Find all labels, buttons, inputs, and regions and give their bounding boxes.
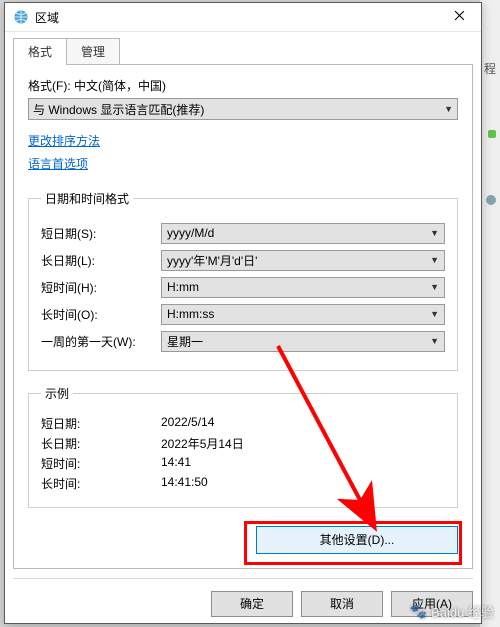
- datetime-legend: 日期和时间格式: [41, 190, 133, 207]
- example-long-date-value: 2022年5月14日: [161, 435, 445, 452]
- example-short-time-value: 14:41: [161, 455, 445, 472]
- chevron-down-icon: ▼: [430, 336, 439, 346]
- paw-icon: 🐾: [410, 603, 427, 620]
- datetime-fieldset: 日期和时间格式 短日期(S): yyyy/M/d ▼ 长日期(L): yyyy'…: [28, 190, 458, 371]
- short-time-value: H:mm: [167, 280, 199, 294]
- bg-dot-globe: [486, 195, 496, 205]
- watermark: 🐾 Baidu 经验: [410, 602, 494, 621]
- format-label: 格式(F): 中文(简体，中国): [28, 77, 458, 94]
- bg-glyph: 程: [484, 60, 496, 77]
- titlebar: 区域: [5, 3, 481, 32]
- additional-settings-area: 其他设置(D)...: [28, 526, 458, 554]
- short-date-value: yyyy/M/d: [167, 226, 214, 240]
- example-short-time-label: 短时间:: [41, 455, 161, 472]
- window-title: 区域: [35, 9, 439, 26]
- tab-strip: 格式 管理: [13, 38, 473, 65]
- globe-icon: [13, 9, 29, 25]
- format-select-value: 与 Windows 显示语言匹配(推荐): [33, 101, 204, 118]
- tab-format[interactable]: 格式: [13, 38, 67, 65]
- examples-fieldset: 示例 短日期: 2022/5/14 长日期: 2022年5月14日 短时间: 1…: [28, 385, 458, 508]
- link-sort-method[interactable]: 更改排序方法: [28, 134, 100, 148]
- short-date-label: 短日期(S):: [41, 225, 161, 242]
- short-date-select[interactable]: yyyy/M/d ▼: [161, 223, 445, 244]
- chevron-down-icon: ▼: [430, 282, 439, 292]
- chevron-down-icon: ▼: [430, 255, 439, 265]
- first-day-label: 一周的第一天(W):: [41, 333, 161, 350]
- tab-content: 格式(F): 中文(简体，中国) 与 Windows 显示语言匹配(推荐) ▼ …: [13, 64, 473, 569]
- long-time-value: H:mm:ss: [167, 307, 214, 321]
- long-time-select[interactable]: H:mm:ss ▼: [161, 304, 445, 325]
- short-time-label: 短时间(H):: [41, 279, 161, 296]
- additional-settings-button[interactable]: 其他设置(D)...: [256, 526, 458, 554]
- example-long-time-label: 长时间:: [41, 475, 161, 492]
- cancel-button[interactable]: 取消: [301, 591, 383, 617]
- first-day-value: 星期一: [167, 333, 203, 350]
- examples-legend: 示例: [41, 385, 73, 402]
- short-time-select[interactable]: H:mm ▼: [161, 277, 445, 298]
- watermark-text: Baidu 经验: [431, 602, 494, 621]
- background-strip: 程: [479, 0, 500, 627]
- example-short-date-value: 2022/5/14: [161, 415, 445, 432]
- long-time-label: 长时间(O):: [41, 306, 161, 323]
- links-area: 更改排序方法 语言首选项: [28, 130, 458, 176]
- dialog-button-bar: 确定 取消 应用(A): [13, 578, 473, 617]
- chevron-down-icon: ▼: [430, 309, 439, 319]
- tab-admin[interactable]: 管理: [66, 38, 120, 65]
- long-date-select[interactable]: yyyy'年'M'月'd'日' ▼: [161, 250, 445, 271]
- chevron-down-icon: ▼: [430, 228, 439, 238]
- first-day-select[interactable]: 星期一 ▼: [161, 331, 445, 352]
- format-select[interactable]: 与 Windows 显示语言匹配(推荐) ▼: [28, 98, 458, 120]
- example-short-date-label: 短日期:: [41, 415, 161, 432]
- long-date-label: 长日期(L):: [41, 252, 161, 269]
- ok-button[interactable]: 确定: [211, 591, 293, 617]
- example-long-date-label: 长日期:: [41, 435, 161, 452]
- long-date-value: yyyy'年'M'月'd'日': [167, 252, 257, 269]
- example-long-time-value: 14:41:50: [161, 475, 445, 492]
- bg-dot-green: [488, 130, 496, 138]
- close-button[interactable]: [439, 3, 479, 31]
- close-icon: [454, 10, 465, 24]
- region-dialog: 区域 格式 管理 格式(F): 中文(简体，中国) 与 Windows 显示语言…: [4, 2, 482, 624]
- link-language-pref[interactable]: 语言首选项: [28, 157, 88, 171]
- chevron-down-icon: ▼: [444, 104, 453, 114]
